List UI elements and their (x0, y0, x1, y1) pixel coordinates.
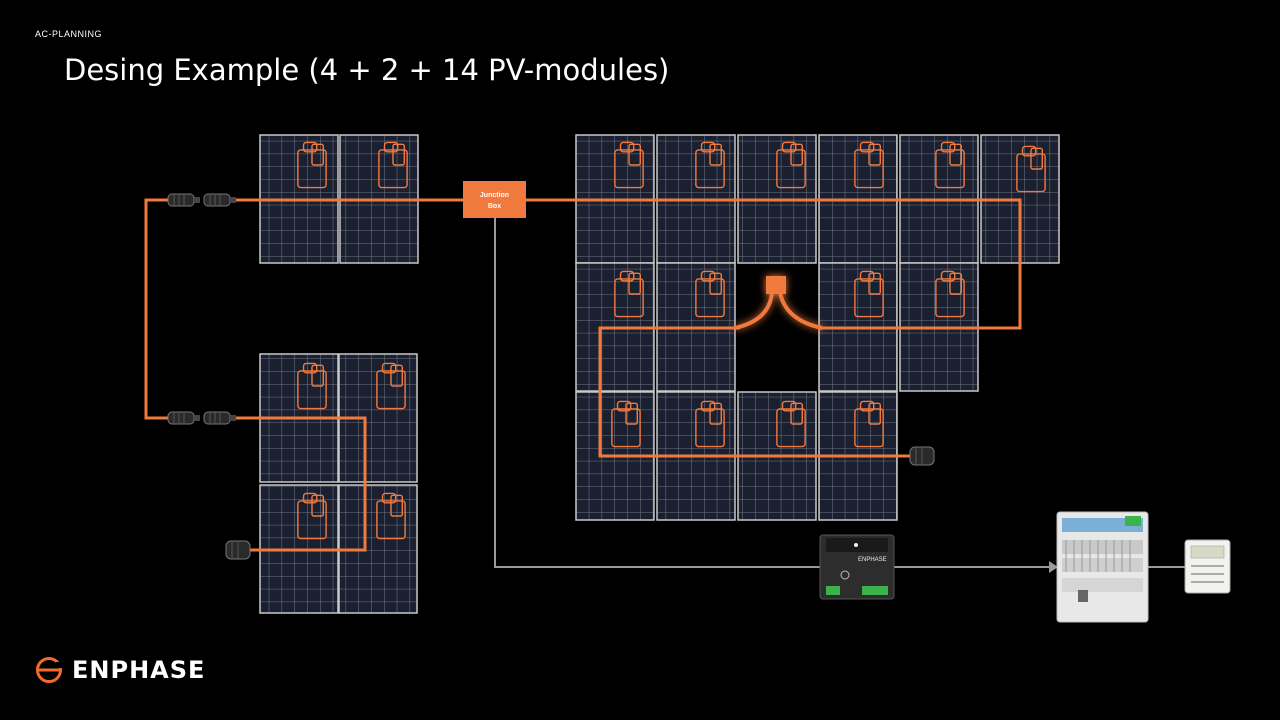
cable-connector-icon (167, 193, 201, 207)
distribution-board (1056, 511, 1149, 623)
end-cap-icon (909, 446, 935, 466)
cable-connector-icon (203, 411, 237, 425)
enphase-logo-text: ENPHASE (72, 656, 206, 684)
gateway-brand-label: ENPHASE (858, 557, 887, 563)
junction-box: Junction Box (463, 181, 526, 218)
cable-connector-icon (203, 193, 237, 207)
junction-box-label-2: Box (488, 203, 501, 210)
panel-group-bottom-left (259, 353, 418, 614)
enphase-logo-icon (36, 657, 62, 683)
energy-meter (1184, 539, 1231, 594)
end-cap-icon (225, 540, 251, 560)
enphase-logo: ENPHASE (34, 654, 205, 686)
y-splitter-icon (734, 276, 823, 330)
gateway-device: ENPHASE (819, 534, 895, 600)
junction-box-label-1: Junction (480, 192, 509, 199)
cable-connector-icon (167, 411, 201, 425)
system-diagram: Junction Box ENPHASE (144, 134, 1231, 623)
